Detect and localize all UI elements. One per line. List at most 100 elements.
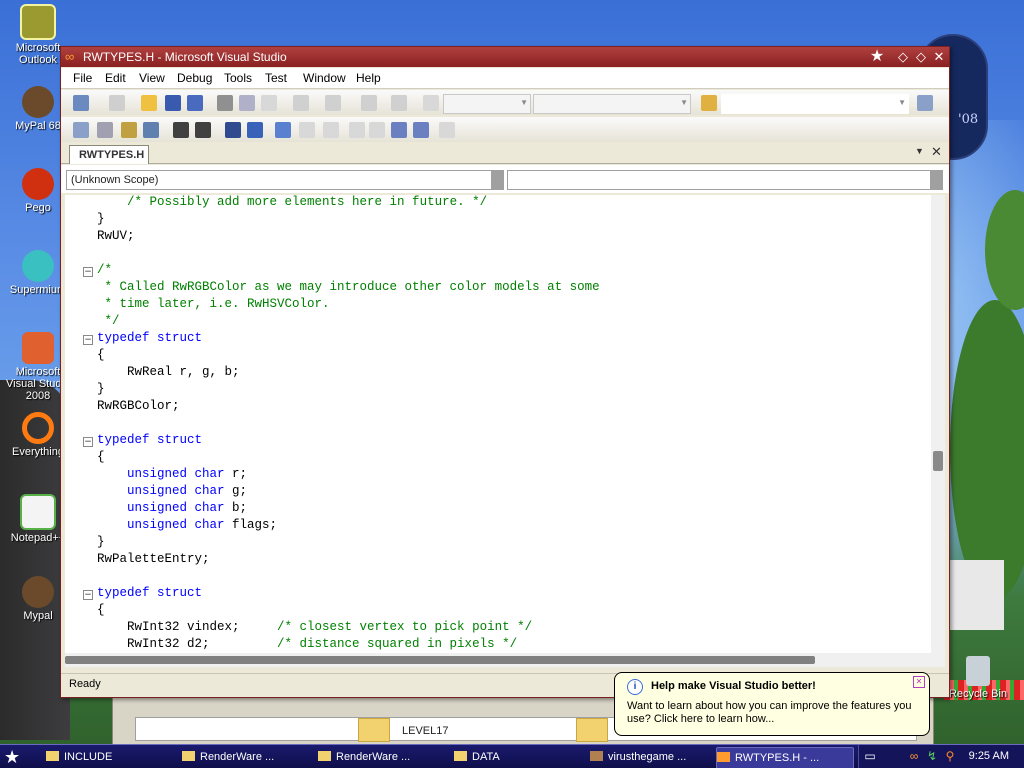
visual-studio-tray-icon[interactable]: ∞ bbox=[907, 749, 921, 763]
next-bookmark-icon[interactable] bbox=[323, 122, 339, 138]
vertical-scroll-thumb[interactable] bbox=[933, 451, 943, 471]
code-line[interactable]: RwPaletteEntry; bbox=[97, 552, 210, 569]
start-debugging-icon[interactable] bbox=[423, 95, 439, 111]
undo-icon[interactable] bbox=[293, 95, 309, 111]
code-line[interactable]: typedef struct bbox=[97, 586, 202, 603]
code-line[interactable]: typedef struct bbox=[97, 433, 202, 450]
start-button[interactable]: ★ bbox=[4, 747, 28, 767]
member-dropdown[interactable] bbox=[507, 170, 943, 190]
open-folder-icon[interactable] bbox=[141, 95, 157, 111]
save-all-icon[interactable] bbox=[187, 95, 203, 111]
taskbar-item-renderware-2[interactable]: RenderWare ... bbox=[318, 747, 446, 767]
code-line[interactable]: RwReal r, g, b; bbox=[97, 365, 240, 382]
collapse-outline-icon[interactable]: − bbox=[83, 267, 93, 277]
title-bar[interactable]: ∞ RWTYPES.H - Microsoft Visual Studio ★ … bbox=[61, 47, 949, 67]
taskbar-item-rwtypes[interactable]: RWTYPES.H - ... bbox=[716, 747, 854, 768]
menu-tools[interactable]: Tools bbox=[224, 71, 252, 85]
menu-file[interactable]: File bbox=[73, 71, 92, 85]
code-line[interactable]: typedef struct bbox=[97, 331, 202, 348]
redo-icon[interactable] bbox=[325, 95, 341, 111]
comment-out-icon[interactable] bbox=[225, 122, 241, 138]
close-document-icon[interactable]: ✕ bbox=[931, 144, 942, 160]
code-editor[interactable]: /* Possibly add more elements here in fu… bbox=[65, 195, 933, 653]
menu-help[interactable]: Help bbox=[356, 71, 381, 85]
cut-icon[interactable] bbox=[217, 95, 233, 111]
find-combo[interactable]: ▼ bbox=[721, 94, 909, 114]
collapse-outline-icon[interactable]: − bbox=[83, 335, 93, 345]
uncomment-icon[interactable] bbox=[247, 122, 263, 138]
parameter-info-icon[interactable] bbox=[121, 122, 137, 138]
menu-test[interactable]: Test bbox=[265, 71, 287, 85]
taskbar-item-include[interactable]: INCLUDE bbox=[46, 747, 174, 767]
menu-window[interactable]: Window bbox=[303, 71, 346, 85]
code-line[interactable]: unsigned char g; bbox=[97, 484, 247, 501]
copy-icon[interactable] bbox=[239, 95, 255, 111]
search-icon[interactable]: ⚲ bbox=[943, 749, 957, 763]
quick-info-icon[interactable] bbox=[143, 122, 159, 138]
code-line[interactable]: /* Possibly add more elements here in fu… bbox=[97, 195, 487, 212]
new-project-icon[interactable] bbox=[73, 95, 89, 111]
solution-explorer-icon[interactable] bbox=[917, 95, 933, 111]
taskbar-item-virusthegame[interactable]: virusthegame ... bbox=[590, 747, 710, 767]
close-icon[interactable]: ✕ bbox=[913, 676, 925, 688]
code-line[interactable]: } bbox=[97, 212, 105, 229]
code-line[interactable]: { bbox=[97, 603, 105, 620]
maximize-button[interactable]: ◇ bbox=[913, 49, 929, 65]
toggle-bookmark-icon[interactable] bbox=[275, 122, 291, 138]
paste-icon[interactable] bbox=[261, 95, 277, 111]
save-icon[interactable] bbox=[165, 95, 181, 111]
next-bookmark-folder-icon[interactable] bbox=[369, 122, 385, 138]
horizontal-scroll-thumb[interactable] bbox=[65, 656, 815, 664]
code-line[interactable]: RwUV; bbox=[97, 229, 135, 246]
close-button[interactable]: ✕ bbox=[931, 49, 947, 65]
find-in-files-icon[interactable] bbox=[701, 95, 717, 111]
code-line[interactable]: { bbox=[97, 450, 105, 467]
taskbar-item-renderware-1[interactable]: RenderWare ... bbox=[182, 747, 310, 767]
collapse-outline-icon[interactable]: − bbox=[83, 590, 93, 600]
member-list-icon[interactable] bbox=[97, 122, 113, 138]
notification-balloon[interactable]: i Help make Visual Studio better! Want t… bbox=[614, 672, 930, 736]
code-line[interactable]: { bbox=[97, 348, 105, 365]
object-browser-icon[interactable] bbox=[73, 122, 89, 138]
code-line[interactable]: RwInt32 vindex; /* closest vertex to pic… bbox=[97, 620, 532, 637]
navigate-forward-icon[interactable] bbox=[391, 95, 407, 111]
code-line[interactable]: unsigned char r; bbox=[97, 467, 247, 484]
collapse-outline-icon[interactable]: − bbox=[83, 437, 93, 447]
previous-bookmark-icon[interactable] bbox=[299, 122, 315, 138]
star-icon[interactable]: ★ bbox=[869, 49, 885, 65]
add-item-icon[interactable] bbox=[109, 95, 125, 111]
solution-platform-combo[interactable]: ▼ bbox=[533, 94, 691, 114]
code-line[interactable]: */ bbox=[97, 314, 120, 331]
menu-view[interactable]: View bbox=[139, 71, 165, 85]
code-line[interactable]: RwInt32 d2; /* distance squared in pixel… bbox=[97, 637, 517, 653]
solution-configuration-combo[interactable]: ▼ bbox=[443, 94, 531, 114]
previous-bookmark-document-icon[interactable] bbox=[391, 122, 407, 138]
vertical-scrollbar[interactable] bbox=[931, 195, 945, 655]
minimize-button[interactable]: ◇ bbox=[895, 49, 911, 65]
balloon-body[interactable]: Want to learn about how you can improve … bbox=[627, 700, 921, 726]
tab-rwtypes-h[interactable]: RWTYPES.H bbox=[69, 145, 149, 164]
next-bookmark-document-icon[interactable] bbox=[413, 122, 429, 138]
code-line[interactable]: RwRGBColor; bbox=[97, 399, 180, 416]
active-files-dropdown-icon[interactable]: ▼ bbox=[915, 146, 924, 156]
clear-bookmarks-icon[interactable] bbox=[439, 122, 455, 138]
previous-bookmark-folder-icon[interactable] bbox=[349, 122, 365, 138]
code-line[interactable]: * Called RwRGBColor as we may introduce … bbox=[97, 280, 600, 297]
taskbar-item-data[interactable]: DATA bbox=[454, 747, 582, 767]
menu-edit[interactable]: Edit bbox=[105, 71, 126, 85]
menu-debug[interactable]: Debug bbox=[177, 71, 212, 85]
code-line[interactable]: } bbox=[97, 382, 105, 399]
scope-dropdown[interactable]: (Unknown Scope) bbox=[66, 170, 504, 190]
decrease-indent-icon[interactable] bbox=[173, 122, 189, 138]
network-icon[interactable]: ↯ bbox=[925, 749, 939, 763]
code-line[interactable]: unsigned char b; bbox=[97, 501, 247, 518]
keyboard-icon[interactable]: ▭ bbox=[863, 749, 877, 763]
code-line[interactable]: * time later, i.e. RwHSVColor. bbox=[97, 297, 330, 314]
navigate-backward-icon[interactable] bbox=[361, 95, 377, 111]
code-line[interactable]: unsigned char flags; bbox=[97, 518, 277, 535]
code-line[interactable]: /* bbox=[97, 263, 112, 280]
code-line[interactable]: } bbox=[97, 535, 105, 552]
desktop-icon-recycle-bin[interactable]: Recycle Bin bbox=[946, 656, 1010, 700]
increase-indent-icon[interactable] bbox=[195, 122, 211, 138]
horizontal-scrollbar[interactable] bbox=[65, 653, 945, 667]
